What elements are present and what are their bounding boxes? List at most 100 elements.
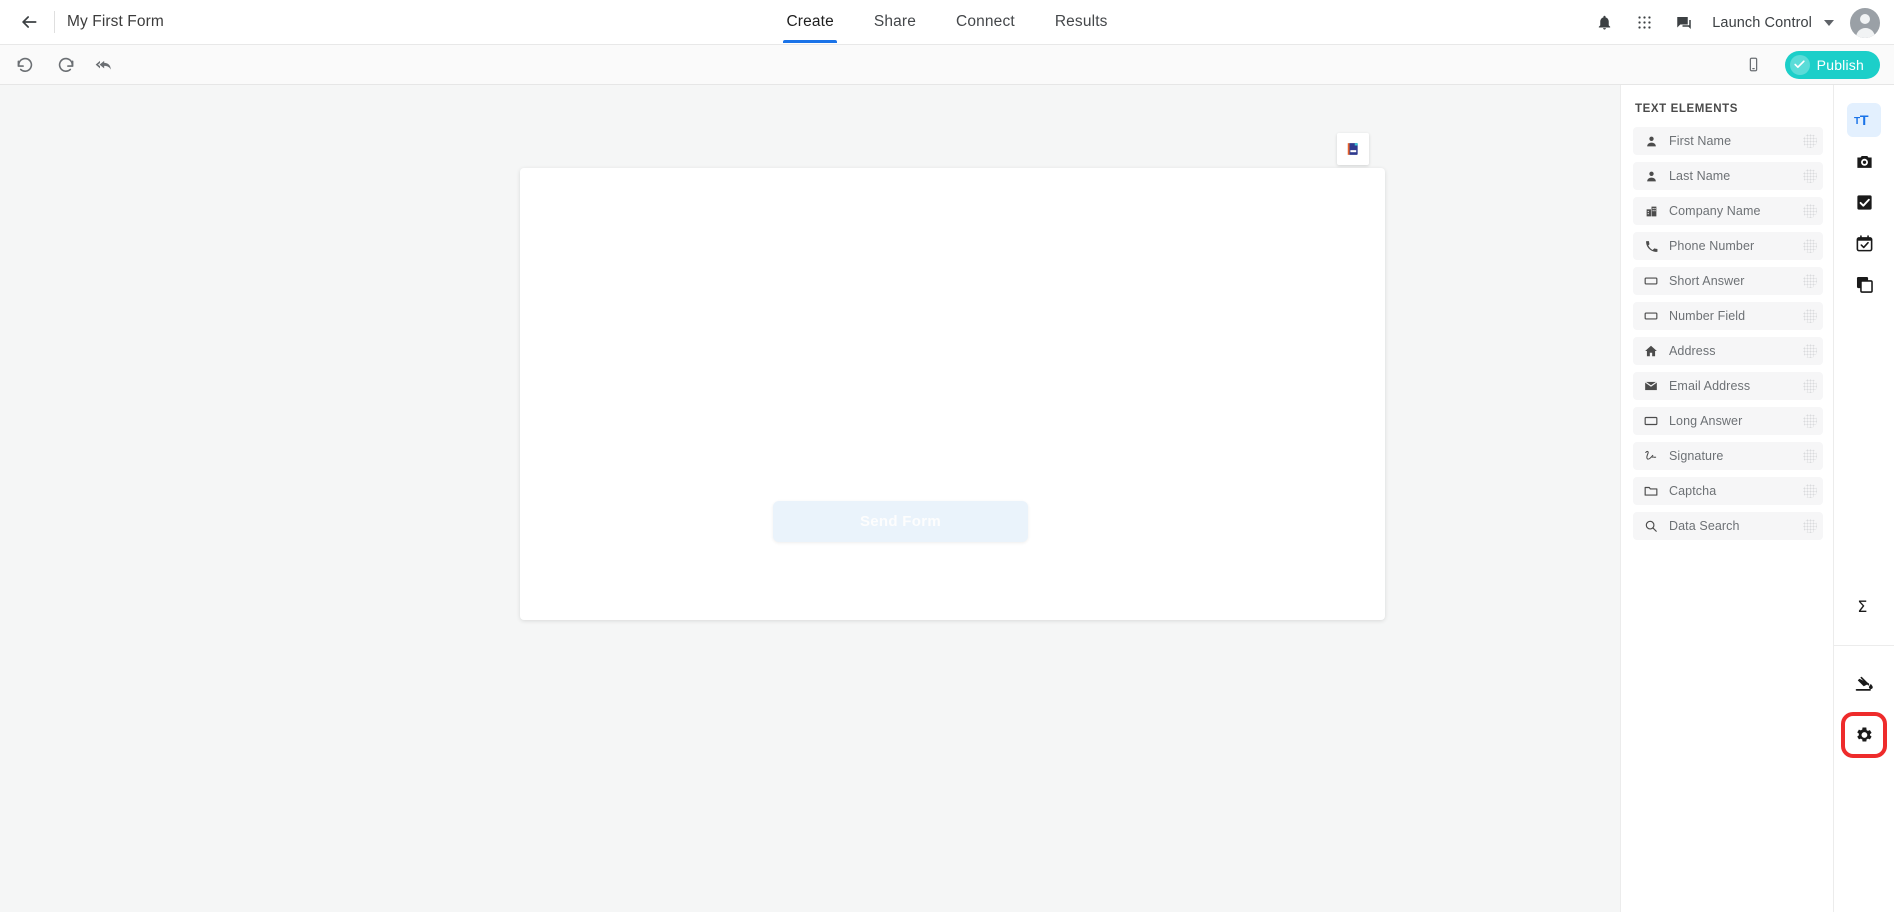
arrow-left-icon (22, 16, 37, 28)
element-item-first-name[interactable]: First Name (1633, 127, 1823, 155)
element-label: Company Name (1669, 204, 1761, 218)
person-icon (1641, 135, 1661, 148)
date-calendar-icon (1856, 234, 1872, 251)
send-form-button[interactable]: Send Form (773, 501, 1028, 542)
element-label: Address (1669, 344, 1716, 358)
tab-create[interactable]: Create (783, 0, 838, 43)
drag-dots-icon[interactable] (1803, 379, 1817, 393)
element-item-signature[interactable]: Signature (1633, 442, 1823, 470)
drag-dots-icon[interactable] (1803, 519, 1817, 533)
signature-icon (1641, 449, 1661, 463)
element-label: Short Answer (1669, 274, 1745, 288)
element-label: Data Search (1669, 519, 1740, 533)
svg-text:Σ: Σ (1857, 597, 1867, 616)
element-item-address[interactable]: Address (1633, 337, 1823, 365)
undo-icon (17, 57, 32, 72)
revert-all-button[interactable] (92, 52, 118, 78)
calculation-sigma-icon: Σ (1857, 597, 1867, 616)
svg-text:T: T (1860, 113, 1869, 129)
element-item-data-search[interactable]: Data Search (1633, 512, 1823, 540)
tab-connect[interactable]: Connect (953, 0, 1018, 43)
element-item-last-name[interactable]: Last Name (1633, 162, 1823, 190)
email-icon (1641, 379, 1661, 393)
rail-settings-gear-icon[interactable] (1841, 712, 1887, 758)
rail-layout-pages-icon[interactable] (1847, 267, 1881, 301)
element-label: Phone Number (1669, 239, 1755, 253)
rail-theme-paint-icon[interactable] (1847, 668, 1881, 702)
element-item-number-field[interactable]: Number Field (1633, 302, 1823, 330)
element-item-short-answer[interactable]: Short Answer (1633, 267, 1823, 295)
element-label: Long Answer (1669, 414, 1743, 428)
element-label: Number Field (1669, 309, 1746, 323)
chevron-down-icon[interactable] (1824, 19, 1834, 26)
redo-icon (58, 57, 73, 72)
undo-button[interactable] (12, 52, 38, 78)
top-header-bar: My First Form Create Share Connect Resul… (0, 0, 1894, 45)
drag-dots-icon[interactable] (1803, 239, 1817, 253)
drag-dots-icon[interactable] (1803, 134, 1817, 148)
apps-grid-icon[interactable] (1632, 11, 1656, 35)
drag-dots-icon[interactable] (1803, 414, 1817, 428)
text-elements-icon: T T (1854, 113, 1869, 129)
tab-share[interactable]: Share (871, 0, 919, 43)
building-icon (1641, 205, 1661, 218)
publish-button[interactable]: Publish (1784, 50, 1880, 79)
element-label: First Name (1669, 134, 1732, 148)
drag-dots-icon[interactable] (1803, 169, 1817, 183)
rail-divider (1833, 645, 1894, 646)
theme-paint-icon (1855, 676, 1873, 691)
revert-all-icon (95, 60, 111, 70)
drag-dots-icon[interactable] (1803, 204, 1817, 218)
home-icon (1641, 344, 1661, 358)
page-duplicate-icon[interactable] (1337, 133, 1369, 165)
drag-dots-icon[interactable] (1803, 274, 1817, 288)
drag-dots-icon[interactable] (1803, 344, 1817, 358)
mobile-device-icon[interactable] (1741, 52, 1767, 78)
phone-icon (1641, 240, 1661, 253)
notifications-bell-icon[interactable] (1592, 11, 1616, 35)
redo-button[interactable] (52, 52, 78, 78)
drag-dots-icon[interactable] (1803, 309, 1817, 323)
back-button[interactable] (12, 5, 46, 39)
rail-choice-checkbox-icon[interactable] (1847, 185, 1881, 219)
panel-title: TEXT ELEMENTS (1635, 103, 1739, 115)
header-actions: Launch Control (1592, 0, 1880, 45)
check-circle-icon (1789, 54, 1810, 75)
rail-calculation-sigma-icon[interactable]: Σ (1847, 589, 1881, 623)
element-item-phone-number[interactable]: Phone Number (1633, 232, 1823, 260)
element-item-long-answer[interactable]: Long Answer (1633, 407, 1823, 435)
form-canvas[interactable]: Send Form (0, 85, 1620, 912)
page-title: My First Form (67, 13, 164, 30)
header-divider (54, 11, 55, 33)
element-label: Captcha (1669, 484, 1717, 498)
element-item-company-name[interactable]: Company Name (1633, 197, 1823, 225)
element-item-email-address[interactable]: Email Address (1633, 372, 1823, 400)
text-box-icon (1641, 414, 1661, 428)
text-box-icon (1641, 309, 1661, 323)
form-preview-card[interactable]: Send Form (520, 168, 1385, 620)
search-icon (1641, 519, 1661, 533)
rail-date-calendar-icon[interactable] (1847, 226, 1881, 260)
chat-feedback-icon[interactable] (1672, 11, 1696, 35)
text-box-icon (1641, 274, 1661, 288)
elements-panel: TEXT ELEMENTS First Name Last Name Compa… (1620, 85, 1833, 912)
media-camera-icon (1856, 155, 1872, 168)
drag-dots-icon[interactable] (1803, 449, 1817, 463)
element-label: Email Address (1669, 379, 1751, 393)
drag-dots-icon[interactable] (1803, 484, 1817, 498)
element-item-captcha[interactable]: Captcha (1633, 477, 1823, 505)
app-root: My First Form Create Share Connect Resul… (0, 0, 1894, 912)
toolbar-actions: Publish (1741, 50, 1880, 79)
choice-checkbox-icon (1856, 194, 1872, 210)
publish-label: Publish (1816, 56, 1864, 73)
toolbar-history-group (12, 52, 118, 78)
tab-results[interactable]: Results (1052, 0, 1111, 43)
element-label: Signature (1669, 449, 1724, 463)
org-selector-label[interactable]: Launch Control (1712, 15, 1812, 31)
rail-media-camera-icon[interactable] (1847, 144, 1881, 178)
layout-pages-icon (1856, 276, 1873, 293)
rail-text-elements-icon[interactable]: T T (1847, 103, 1881, 137)
send-form-label: Send Form (859, 513, 942, 530)
element-label: Last Name (1669, 169, 1731, 183)
avatar[interactable] (1850, 7, 1880, 38)
